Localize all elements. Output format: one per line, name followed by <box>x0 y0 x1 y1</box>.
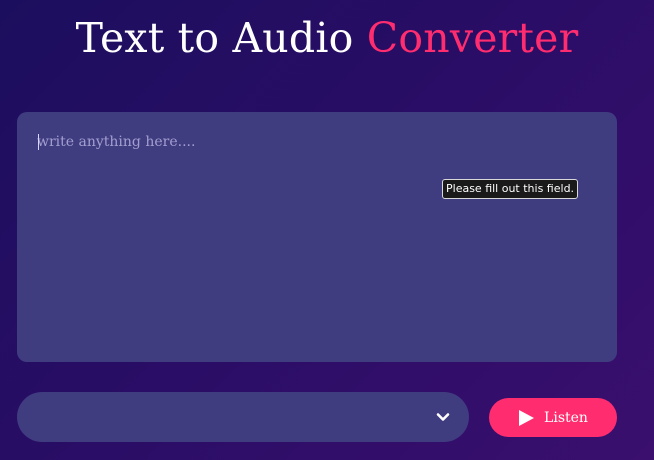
chevron-down-icon <box>436 413 450 421</box>
listen-button[interactable]: Listen <box>489 398 617 437</box>
play-icon <box>519 409 535 426</box>
listen-button-label: Listen <box>544 409 588 426</box>
validation-tooltip: Please fill out this field. <box>442 179 579 199</box>
text-editor-panel <box>17 112 617 362</box>
voice-select[interactable] <box>17 392 469 442</box>
title-accent: Converter <box>366 14 579 62</box>
page-title: Text to Audio Converter <box>0 10 654 66</box>
text-input[interactable] <box>17 112 617 362</box>
text-cursor <box>38 134 39 150</box>
title-main: Text to Audio <box>75 14 354 62</box>
